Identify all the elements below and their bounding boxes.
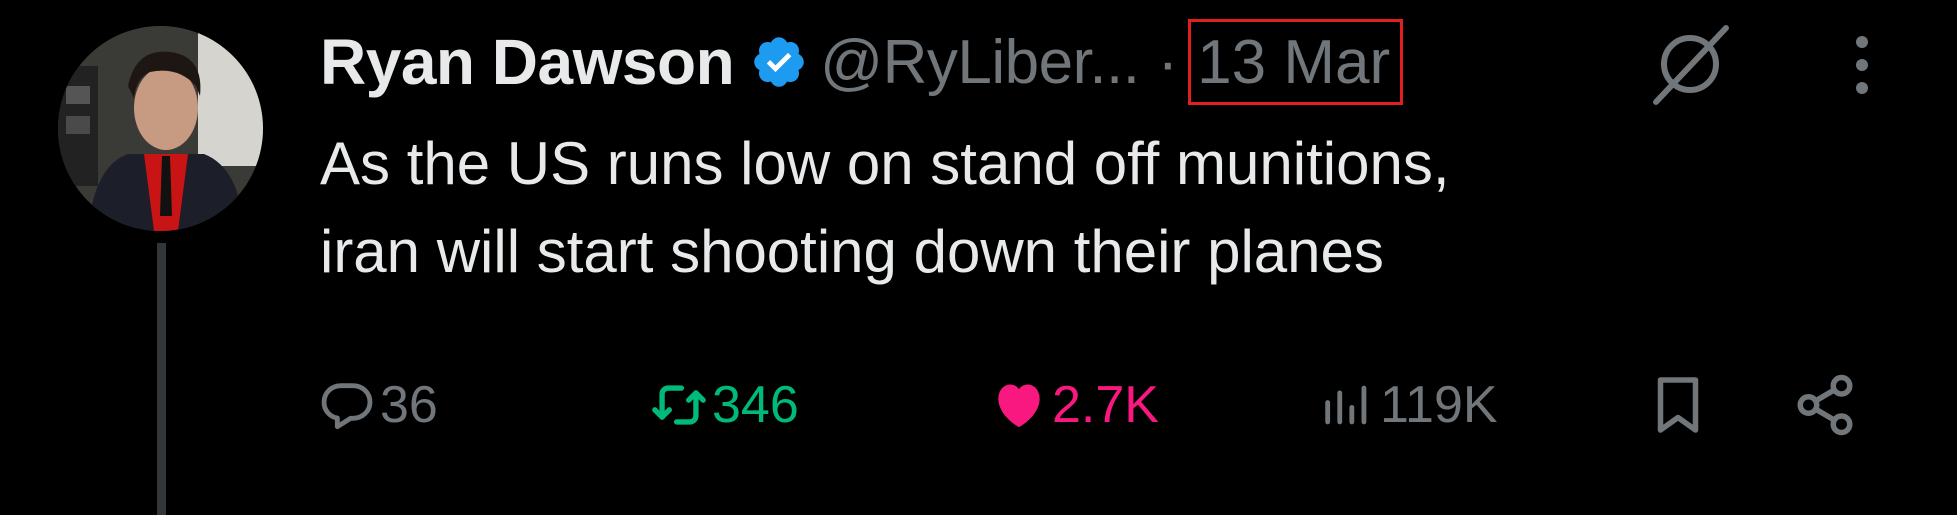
timestamp-highlight: 13 Mar <box>1188 19 1404 105</box>
avatar[interactable] <box>58 26 263 231</box>
like-button[interactable]: 2.7K <box>990 372 1159 438</box>
share-icon[interactable] <box>1792 372 1858 438</box>
more-icon[interactable] <box>1842 30 1882 100</box>
avatar-image <box>58 26 263 231</box>
thread-line <box>157 243 166 515</box>
separator-dot: · <box>1157 27 1179 97</box>
action-bar: 36 346 2.7K 119K <box>318 360 1878 450</box>
verified-badge-icon <box>754 37 804 87</box>
heart-icon <box>998 384 1040 428</box>
like-count: 2.7K <box>1052 376 1159 434</box>
views-button[interactable]: 119K <box>1318 372 1498 438</box>
reply-button[interactable]: 36 <box>318 372 438 438</box>
tweet-text-line: iran will start shooting down their plan… <box>320 218 1384 285</box>
reply-count: 36 <box>380 376 438 434</box>
retweet-count: 346 <box>712 376 799 434</box>
tweet-text: As the US runs low on stand off munition… <box>320 120 1880 296</box>
author-name[interactable]: Ryan Dawson <box>320 25 735 99</box>
author-handle[interactable]: @RyLiber... <box>820 27 1140 98</box>
reply-icon <box>321 383 373 430</box>
views-icon <box>1325 385 1367 425</box>
bookmark-icon[interactable] <box>1648 372 1708 438</box>
tweet[interactable]: Ryan Dawson @RyLiber... · 13 Mar As the … <box>0 0 1957 515</box>
grok-icon[interactable] <box>1648 22 1732 106</box>
timestamp[interactable]: 13 Mar <box>1197 27 1390 98</box>
retweet-icon <box>652 385 706 425</box>
view-count: 119K <box>1380 376 1498 434</box>
tweet-text-line: As the US runs low on stand off munition… <box>320 130 1450 197</box>
retweet-button[interactable]: 346 <box>650 372 799 438</box>
tweet-header: Ryan Dawson @RyLiber... · 13 Mar <box>320 18 1404 106</box>
